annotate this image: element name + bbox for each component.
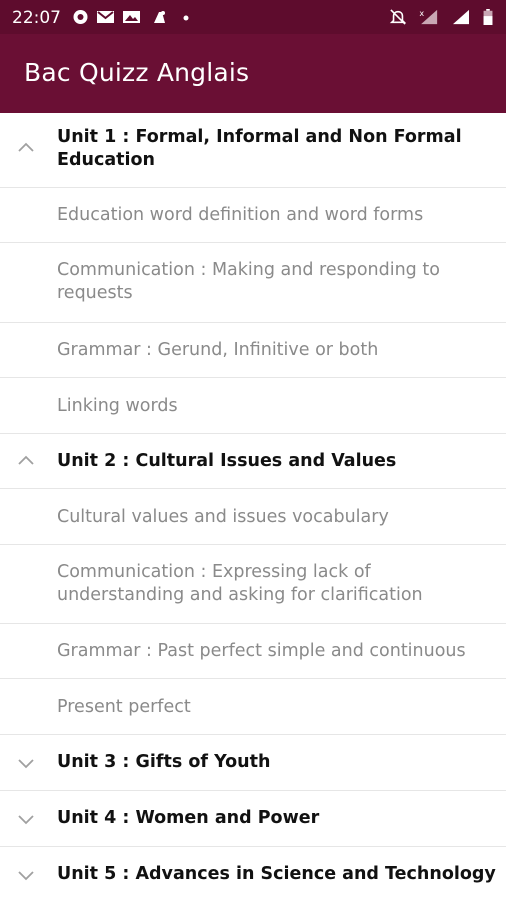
lesson-label: Communication : Making and responding to… [57, 260, 440, 303]
chevron-up-icon[interactable] [16, 141, 36, 153]
unit-title: Unit 5 : Advances in Science and Technol… [57, 864, 496, 884]
app-title: Bac Quizz Anglais [24, 58, 250, 87]
chevron-down-icon[interactable] [16, 757, 36, 769]
unit-1-header[interactable]: Unit 1 : Formal, Informal and Non Formal… [0, 113, 506, 188]
lesson-label: Cultural values and issues vocabulary [57, 507, 389, 527]
unit-2-header[interactable]: Unit 2 : Cultural Issues and Values [0, 434, 506, 489]
chevron-down-icon[interactable] [16, 813, 36, 825]
battery-icon [483, 9, 493, 25]
lesson-item[interactable]: Communication : Making and responding to… [0, 243, 506, 323]
lesson-item[interactable]: Grammar : Gerund, Infinitive or both [0, 323, 506, 378]
unit-list: Unit 1 : Formal, Informal and Non Formal… [0, 113, 506, 901]
status-bar: 22:07 x [0, 0, 506, 34]
lesson-label: Education word definition and word forms [57, 205, 424, 225]
chevron-up-icon[interactable] [16, 454, 36, 466]
lesson-item[interactable]: Present perfect [0, 679, 506, 735]
chevron-down-icon[interactable] [16, 869, 36, 881]
unit-3-header[interactable]: Unit 3 : Gifts of Youth [0, 735, 506, 791]
image-notification-icon [123, 11, 140, 23]
unit-title: Unit 1 : Formal, Informal and Non Formal… [57, 127, 462, 170]
more-notifications-dot-icon [183, 15, 189, 21]
lesson-label: Linking words [57, 396, 178, 416]
app-bar: Bac Quizz Anglais [0, 34, 506, 113]
notification-app-icon [73, 10, 88, 24]
unit-title: Unit 3 : Gifts of Youth [57, 752, 271, 772]
lesson-item[interactable]: Linking words [0, 378, 506, 434]
svg-text:x: x [419, 9, 424, 18]
unit-5-header[interactable]: Unit 5 : Advances in Science and Technol… [0, 847, 506, 901]
gmail-icon [97, 11, 114, 23]
lesson-label: Grammar : Past perfect simple and contin… [57, 641, 466, 661]
lesson-label: Present perfect [57, 697, 191, 717]
signal-no-data-icon: x [419, 9, 438, 25]
lesson-label: Grammar : Gerund, Infinitive or both [57, 340, 379, 360]
unit-title: Unit 2 : Cultural Issues and Values [57, 451, 397, 471]
lesson-item[interactable]: Grammar : Past perfect simple and contin… [0, 624, 506, 679]
runner-app-icon [154, 11, 165, 23]
lesson-item[interactable]: Education word definition and word forms [0, 188, 506, 243]
status-time: 22:07 [12, 8, 61, 28]
notifications-off-icon [389, 9, 407, 25]
unit-4-header[interactable]: Unit 4 : Women and Power [0, 791, 506, 847]
lesson-item[interactable]: Cultural values and issues vocabulary [0, 489, 506, 545]
lesson-label: Communication : Expressing lack of under… [57, 562, 423, 605]
unit-title: Unit 4 : Women and Power [57, 808, 320, 828]
signal-strength-icon [453, 9, 469, 25]
lesson-item[interactable]: Communication : Expressing lack of under… [0, 545, 506, 624]
